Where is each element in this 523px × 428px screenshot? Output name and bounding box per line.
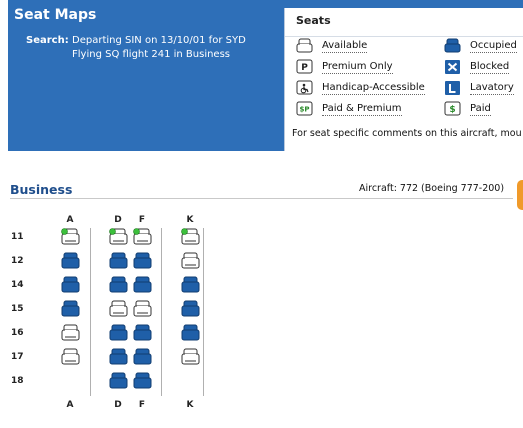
row-label-12: 12 — [11, 256, 24, 266]
row-label-11: 11 — [11, 232, 24, 242]
lavatory-icon — [444, 80, 461, 96]
seat-15a-occupied-icon — [61, 300, 80, 317]
seat-11a-available-icon[interactable] — [61, 228, 80, 245]
column-footer-k: K — [186, 400, 194, 410]
seat-12k-available-icon[interactable] — [181, 252, 200, 269]
seat-18f-occupied-icon — [133, 372, 152, 389]
svg-text:P: P — [301, 63, 308, 73]
page-title: Seat Maps — [14, 7, 97, 23]
seat-16k-occupied-icon — [181, 324, 200, 341]
seat-16d-occupied-icon — [109, 324, 128, 341]
seat-15d-available-icon[interactable] — [109, 300, 128, 317]
paid-seat-icon: $ — [444, 101, 461, 117]
paid-premium-seat-icon: $P — [296, 101, 313, 117]
column-header-f: F — [138, 215, 146, 225]
seat-17a-available-icon[interactable] — [61, 348, 80, 365]
row-label-17: 17 — [11, 352, 24, 362]
column-footer-a: A — [66, 400, 74, 410]
search-line-2: Flying SQ flight 241 in Business — [72, 49, 231, 60]
seat-17d-occupied-icon — [109, 348, 128, 365]
seat-11f-available-icon[interactable] — [133, 228, 152, 245]
row-label-15: 15 — [11, 304, 24, 314]
column-footer-f: F — [138, 400, 146, 410]
seat-16f-occupied-icon — [133, 324, 152, 341]
seat-17f-occupied-icon — [133, 348, 152, 365]
occupied-seat-icon — [444, 38, 461, 54]
seat-14a-occupied-icon — [61, 276, 80, 293]
aisle-divider — [161, 228, 162, 396]
premium-seat-icon: P — [296, 59, 313, 75]
seat-12d-occupied-icon — [109, 252, 128, 269]
seat-15f-available-icon[interactable] — [133, 300, 152, 317]
row-label-14: 14 — [11, 280, 24, 290]
search-label: Search: — [26, 35, 69, 46]
cabin-title: Business — [10, 182, 73, 197]
side-tab[interactable] — [517, 180, 523, 210]
legend-divider — [285, 36, 523, 37]
legend-title: Seats — [296, 14, 331, 27]
legend-label: Paid & Premium — [322, 103, 402, 116]
aircraft-info: Aircraft: 772 (Boeing 777-200) — [359, 183, 505, 194]
seat-16a-available-icon[interactable] — [61, 324, 80, 341]
seat-18d-occupied-icon — [109, 372, 128, 389]
legend-label: Paid — [470, 103, 491, 116]
svg-text:$: $ — [449, 105, 455, 115]
seat-11d-available-icon[interactable] — [109, 228, 128, 245]
aisle-divider — [203, 228, 204, 396]
legend-label: Occupied — [470, 40, 517, 53]
legend-label: Available — [322, 40, 368, 53]
available-seat-icon — [296, 38, 313, 54]
column-header-d: D — [114, 215, 122, 225]
legend-label: Handicap-Accessible — [322, 82, 425, 95]
legend-note: For seat specific comments on this aircr… — [292, 128, 522, 139]
column-header-a: A — [66, 215, 74, 225]
row-label-16: 16 — [11, 328, 24, 338]
aisle-divider — [90, 228, 91, 396]
seat-14d-occupied-icon — [109, 276, 128, 293]
seat-14f-occupied-icon — [133, 276, 152, 293]
seat-legend: Seats Available Occupied P Premium Only … — [284, 8, 523, 151]
section-divider — [10, 198, 513, 199]
seat-12a-occupied-icon — [61, 252, 80, 269]
search-line-1: Departing SIN on 13/10/01 for SYD — [72, 35, 246, 46]
seat-15k-occupied-icon — [181, 300, 200, 317]
column-footer-d: D — [114, 400, 122, 410]
seat-17k-available-icon[interactable] — [181, 348, 200, 365]
legend-label: Lavatory — [470, 82, 514, 95]
legend-label: Blocked — [470, 61, 510, 74]
column-header-k: K — [186, 215, 194, 225]
search-summary: Search: Departing SIN on 13/10/01 for SYD… — [26, 34, 246, 62]
row-label-18: 18 — [11, 376, 24, 386]
handicap-seat-icon — [296, 80, 313, 96]
seat-14k-occupied-icon — [181, 276, 200, 293]
blocked-seat-icon — [444, 59, 461, 75]
seat-11k-available-icon[interactable] — [181, 228, 200, 245]
legend-label: Premium Only — [322, 61, 393, 74]
seat-12f-occupied-icon — [133, 252, 152, 269]
svg-text:$P: $P — [299, 106, 309, 114]
